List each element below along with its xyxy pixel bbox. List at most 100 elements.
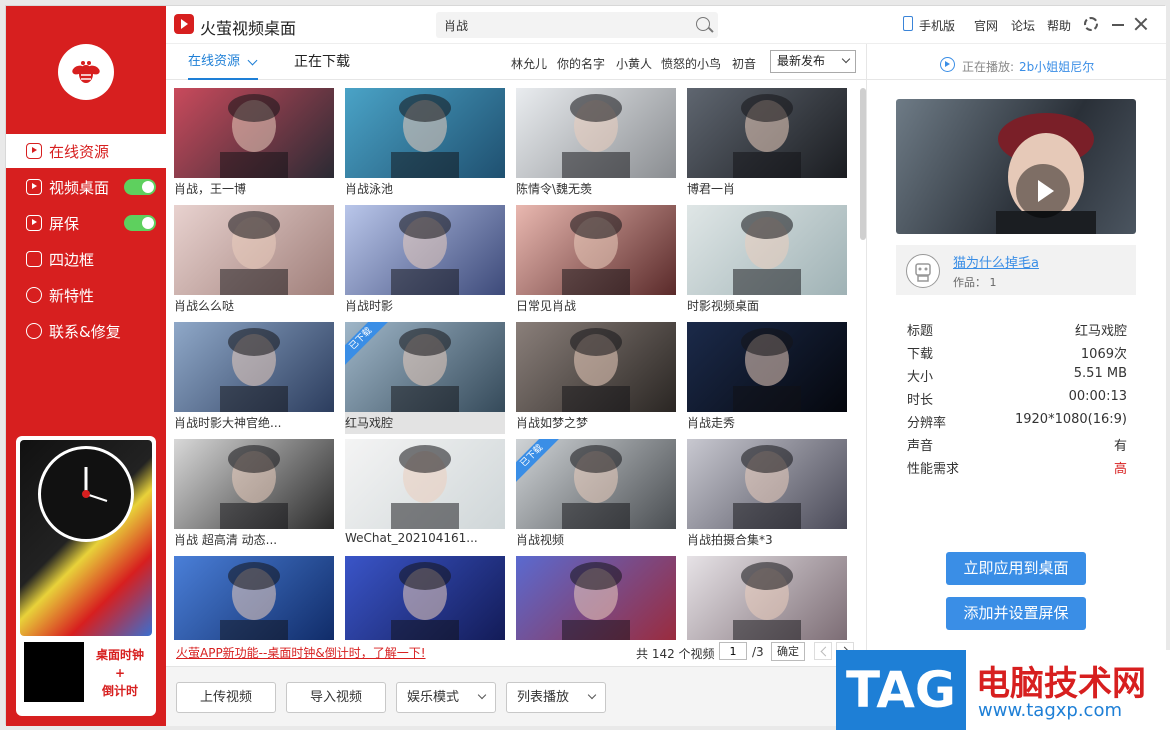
video-preview[interactable] — [896, 99, 1136, 234]
sidebar-item-frame[interactable]: 四边框 — [6, 242, 166, 276]
video-card[interactable] — [174, 556, 334, 640]
video-card[interactable]: 肖战 超高清 动态... — [174, 439, 334, 551]
info-row-title: 标题 红马戏腔 — [907, 320, 1127, 342]
video-card[interactable]: 时影视频桌面 — [687, 205, 847, 317]
promo-text: 桌面时钟 + 倒计时 — [88, 646, 152, 700]
mode-select[interactable]: 娱乐模式 — [396, 682, 496, 713]
video-card[interactable]: 肖战如梦之梦 — [516, 322, 676, 434]
close-icon[interactable] — [1134, 17, 1148, 31]
video-thumbnail — [516, 556, 676, 640]
forum-link[interactable]: 论坛 — [1011, 17, 1035, 34]
app-window: 在线资源 视频桌面 屏保 四边框 新特性 联系&修复 桌面时钟 + 倒计时 火萤… — [5, 5, 1167, 726]
search-input[interactable] — [436, 12, 718, 38]
page-input[interactable] — [719, 642, 747, 660]
tab-online-resources[interactable]: 在线资源 — [188, 44, 259, 80]
tab-downloading[interactable]: 正在下载 — [294, 44, 350, 80]
video-card[interactable]: 肖战泳池 — [345, 88, 505, 200]
sort-value: 最新发布 — [777, 54, 826, 68]
sidebar-item-new-features[interactable]: 新特性 — [6, 278, 166, 312]
qr-code-icon — [24, 642, 84, 702]
promo-line: + — [114, 666, 126, 680]
upload-video-button[interactable]: 上传视频 — [176, 682, 276, 713]
phone-version-link[interactable]: 手机版 — [919, 17, 955, 34]
tag-link[interactable]: 初音 — [732, 55, 756, 72]
video-desktop-toggle[interactable] — [124, 179, 156, 195]
sidebar-item-label: 视频桌面 — [49, 178, 110, 197]
video-thumbnail — [516, 322, 676, 412]
video-caption: 红马戏腔 — [345, 416, 394, 430]
video-card[interactable]: 肖战时影大神官绝... — [174, 322, 334, 434]
info-value: 红马戏腔 — [1074, 324, 1127, 339]
video-card[interactable]: WeChat_202104161... — [345, 439, 505, 551]
search-icon[interactable] — [696, 17, 710, 31]
author-works-count: 作品： 1 — [953, 276, 997, 289]
video-thumbnail: 已下载 — [345, 322, 505, 412]
video-card[interactable]: 已下载 肖战视频 — [516, 439, 676, 551]
video-thumbnail — [174, 322, 334, 412]
sidebar-item-label: 联系&修复 — [49, 322, 121, 341]
now-playing-value[interactable]: 2b小姐姐尼尔 — [1019, 58, 1094, 75]
video-card[interactable]: 肖战时影 — [345, 205, 505, 317]
author-name-link[interactable]: 猫为什么掉毛a — [953, 252, 1039, 271]
promo-line: 桌面时钟 — [95, 648, 144, 662]
gear-icon[interactable] — [1084, 17, 1098, 31]
phone-icon[interactable] — [903, 16, 913, 31]
video-card[interactable]: 日常见肖战 — [516, 205, 676, 317]
sidebar-item-online[interactable]: 在线资源 — [6, 134, 166, 168]
chevron-down-icon — [477, 690, 487, 700]
new-feature-notice-link[interactable]: 火萤APP新功能--桌面时钟&倒计时，了解一下! — [176, 644, 426, 661]
video-card[interactable] — [687, 556, 847, 640]
video-thumbnail: 已下载 — [516, 439, 676, 529]
tab-label: 在线资源 — [188, 54, 241, 69]
promo-banner[interactable]: 桌面时钟 + 倒计时 — [16, 436, 156, 716]
video-caption: 日常见肖战 — [516, 299, 577, 313]
video-card[interactable]: 已下载 红马戏腔 — [345, 322, 505, 434]
video-card[interactable]: 肖战拍摄合集*3 — [687, 439, 847, 551]
tag-link[interactable]: 愤怒的小鸟 — [661, 55, 721, 72]
video-thumbnail — [345, 556, 505, 640]
video-caption: 时影视频桌面 — [687, 299, 760, 313]
chevron-down-icon — [841, 54, 851, 64]
tag-link[interactable]: 你的名字 — [557, 55, 605, 72]
playlist-select[interactable]: 列表播放 — [506, 682, 606, 713]
video-caption: 肖战 超高清 动态... — [174, 533, 278, 547]
help-link[interactable]: 帮助 — [1047, 17, 1071, 34]
video-card[interactable] — [345, 556, 505, 640]
add-screensaver-button[interactable]: 添加并设置屏保 — [946, 597, 1086, 630]
info-row-downloads: 下载 1069次 — [907, 343, 1127, 365]
sidebar-item-video-desktop[interactable]: 视频桌面 — [6, 170, 166, 204]
apply-to-desktop-button[interactable]: 立即应用到桌面 — [946, 552, 1086, 585]
info-row-duration: 时长 00:00:13 — [907, 389, 1127, 411]
official-site-link[interactable]: 官网 — [974, 17, 998, 34]
prev-page-button[interactable] — [814, 642, 832, 660]
video-thumbnail — [687, 205, 847, 295]
play-button[interactable] — [1016, 164, 1070, 218]
video-count: 共 142 个视频 — [636, 647, 715, 661]
info-row-audio: 声音 有 — [907, 435, 1127, 457]
video-card[interactable]: 陈情令\魏无羡 — [516, 88, 676, 200]
video-card[interactable] — [516, 556, 676, 640]
sidebar-item-label: 屏保 — [49, 214, 80, 233]
video-card[interactable]: 肖战走秀 — [687, 322, 847, 434]
mode-value: 娱乐模式 — [407, 690, 460, 705]
sidebar-item-screensaver[interactable]: 屏保 — [6, 206, 166, 240]
info-key: 性能需求 — [907, 462, 960, 477]
tag-link[interactable]: 小黄人 — [616, 55, 652, 72]
sidebar-item-contact[interactable]: 联系&修复 — [6, 314, 166, 348]
info-value: 00:00:13 — [1068, 389, 1127, 404]
video-thumbnail — [174, 88, 334, 178]
video-card[interactable]: 博君一肖 — [687, 88, 847, 200]
import-video-button[interactable]: 导入视频 — [286, 682, 386, 713]
screensaver-toggle[interactable] — [124, 215, 156, 231]
promo-clock-art — [20, 440, 152, 636]
video-caption: 肖战泳池 — [345, 182, 394, 196]
avatar-icon[interactable] — [906, 254, 940, 288]
tag-link[interactable]: 林允儿 — [511, 55, 547, 72]
video-card[interactable]: 肖战么么哒 — [174, 205, 334, 317]
sidebar-item-label: 在线资源 — [49, 142, 110, 161]
minimize-icon[interactable] — [1112, 24, 1124, 26]
video-card[interactable]: 肖战，王一博 — [174, 88, 334, 200]
video-thumbnail — [687, 88, 847, 178]
page-confirm-button[interactable]: 确定 — [771, 642, 805, 661]
sort-select[interactable]: 最新发布 — [770, 50, 856, 73]
